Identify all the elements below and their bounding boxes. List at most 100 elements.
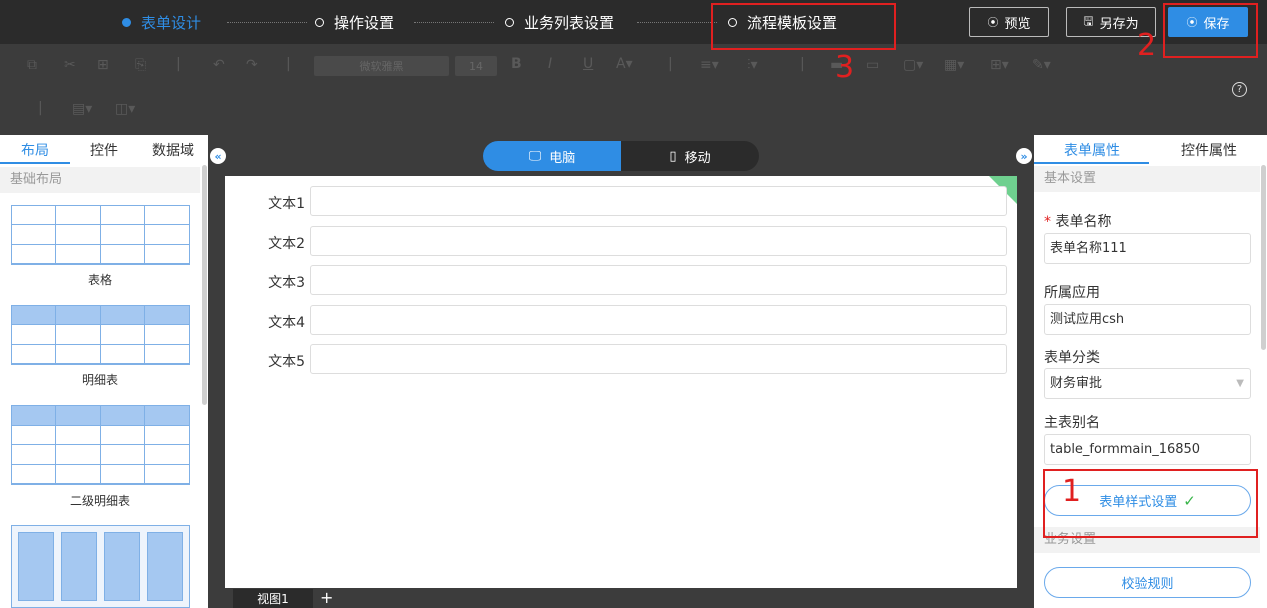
field-label: 文本4 [268, 315, 305, 331]
device-pc-button[interactable]: 🖵 电脑 [483, 141, 621, 171]
table-layout-icon[interactable] [11, 205, 190, 265]
toolbar-divider: | [38, 100, 43, 116]
underline-icon[interactable]: U [583, 56, 593, 72]
validation-rules-label: 校验规则 [1121, 577, 1174, 592]
section-basic-settings: 基本设置 [1034, 166, 1260, 192]
paste-icon[interactable]: ⎘ [135, 57, 146, 73]
cut-icon[interactable]: ✂ [64, 57, 76, 73]
form-name-label: * 表单名称 [1044, 214, 1112, 230]
annotation-box-3 [711, 3, 896, 50]
field-label: 文本3 [268, 275, 305, 291]
category-select[interactable]: 财务审批 ▼ [1044, 368, 1251, 399]
form-name-label-text: 表单名称 [1055, 214, 1112, 230]
italic-icon[interactable]: I [548, 56, 552, 72]
phone-icon: ▯ [669, 148, 677, 164]
bold-icon[interactable]: B [511, 56, 522, 72]
detail-table-icon[interactable] [11, 305, 190, 365]
help-icon[interactable]: ? [1232, 82, 1247, 97]
undo-icon[interactable]: ↶ [213, 57, 225, 73]
copy-format-icon[interactable]: ⧉ [27, 57, 37, 73]
toolbar-divider: | [176, 56, 181, 72]
save-as-icon: 🖫 [1083, 13, 1094, 28]
left-panel-scrollbar[interactable] [202, 165, 207, 405]
redo-icon[interactable]: ↷ [246, 57, 258, 73]
collapse-right-icon[interactable]: » [1016, 148, 1032, 164]
add-view-button[interactable]: + [320, 588, 333, 607]
step-dot-icon [315, 18, 324, 27]
form-row: 文本1 [225, 186, 1017, 216]
text-field-2[interactable] [310, 226, 1007, 256]
copy-icon[interactable]: ⊞ [97, 57, 109, 73]
step-connector [637, 22, 717, 23]
annotation-box-2 [1163, 3, 1258, 58]
tab-controls[interactable]: 控件 [90, 140, 118, 160]
validation-rules-button[interactable]: 校验规则 [1044, 567, 1251, 598]
font-size-select[interactable]: 14 [455, 56, 497, 76]
text-field-4[interactable] [310, 305, 1007, 335]
split-cells-icon[interactable]: ▭ [866, 57, 879, 73]
font-color-icon[interactable]: A▾ [616, 56, 633, 72]
monitor-icon: 🖵 [528, 148, 542, 164]
font-family-select[interactable]: 微软雅黑 [314, 56, 449, 76]
category-value: 财务审批 [1050, 376, 1103, 391]
view-tab[interactable]: 视图1 [233, 589, 313, 608]
step-active-dot-icon [122, 18, 131, 27]
field-label: 文本5 [268, 354, 305, 370]
step-label: 操作设置 [334, 14, 395, 32]
step-operation-settings[interactable]: 操作设置 [315, 12, 394, 33]
alias-input[interactable]: table_formmain_16850 [1044, 434, 1251, 465]
text-field-3[interactable] [310, 265, 1007, 295]
form-row: 文本3 [225, 265, 1017, 295]
toolbar-divider: | [668, 56, 673, 72]
align-vertical-icon[interactable]: ⫶▾ [747, 57, 758, 73]
device-mobile-button[interactable]: ▯ 移动 [621, 141, 759, 171]
preview-label: 预览 [1004, 16, 1031, 32]
nested-detail-table-icon[interactable] [11, 405, 190, 485]
form-name-input[interactable]: 表单名称111 [1044, 233, 1251, 264]
field-label: 文本2 [268, 236, 305, 252]
text-field-1[interactable] [310, 186, 1007, 216]
save-as-label: 另存为 [1099, 16, 1139, 32]
top-bar: 表单设计 操作设置 业务列表设置 流程模板设置 ⦿ 预览 🖫 另存为 ⦿ 保存 [0, 0, 1267, 44]
font-size-value: 14 [469, 59, 483, 73]
category-label: 表单分类 [1044, 350, 1100, 366]
device-toggle: 🖵 电脑 ▯ 移动 [483, 141, 759, 171]
collapse-left-icon[interactable]: « [210, 148, 226, 164]
view-tabs-bar: 视图1 + [208, 588, 1034, 608]
tab-form-properties[interactable]: 表单属性 [1064, 140, 1120, 160]
font-family-value: 微软雅黑 [359, 60, 404, 73]
align-horizontal-icon[interactable]: ≡▾ [700, 57, 719, 73]
step-form-design[interactable]: 表单设计 [122, 12, 201, 33]
right-panel-scrollbar[interactable] [1261, 165, 1266, 350]
device-pc-label: 电脑 [549, 150, 576, 166]
left-panel: 布局 控件 数据域 基础布局 表格 明细表 二级明细表 [0, 135, 208, 608]
help-glyph: ? [1236, 84, 1243, 95]
annotation-number-2: 2 [1137, 28, 1157, 63]
nested-detail-table-label: 二级明细表 [69, 494, 130, 508]
active-tab-indicator [1034, 162, 1149, 164]
columns-layout-icon[interactable] [11, 525, 190, 608]
preview-button[interactable]: ⦿ 预览 [969, 7, 1049, 37]
field-label: 文本1 [268, 196, 305, 212]
form-canvas-area: « » 🖵 电脑 ▯ 移动 文本1 文本2 文本3 文本4 文本5 视图1 + [208, 135, 1034, 608]
table-icon[interactable]: ⊞▾ [990, 57, 1009, 73]
tab-layout[interactable]: 布局 [21, 140, 49, 160]
toolbar-divider: | [286, 56, 291, 72]
insert-column-icon[interactable]: ◫▾ [115, 101, 135, 117]
insert-row-icon[interactable]: ▤▾ [72, 101, 92, 117]
tab-data-domain[interactable]: 数据域 [152, 140, 194, 160]
chevron-down-icon: ▼ [1236, 378, 1244, 389]
step-label: 表单设计 [141, 14, 202, 32]
step-business-list-settings[interactable]: 业务列表设置 [505, 12, 614, 33]
app-input[interactable]: 测试应用csh [1044, 304, 1251, 335]
step-connector [414, 22, 494, 23]
device-mobile-label: 移动 [684, 150, 711, 166]
form-row: 文本4 [225, 305, 1017, 335]
fill-color-icon[interactable]: ▦▾ [944, 57, 964, 73]
step-label: 业务列表设置 [524, 14, 615, 32]
border-icon[interactable]: ▢▾ [903, 57, 923, 73]
clear-format-icon[interactable]: ✎▾ [1032, 57, 1051, 73]
text-field-5[interactable] [310, 344, 1007, 374]
app-label: 所属应用 [1044, 285, 1100, 301]
tab-control-properties[interactable]: 控件属性 [1181, 140, 1237, 160]
